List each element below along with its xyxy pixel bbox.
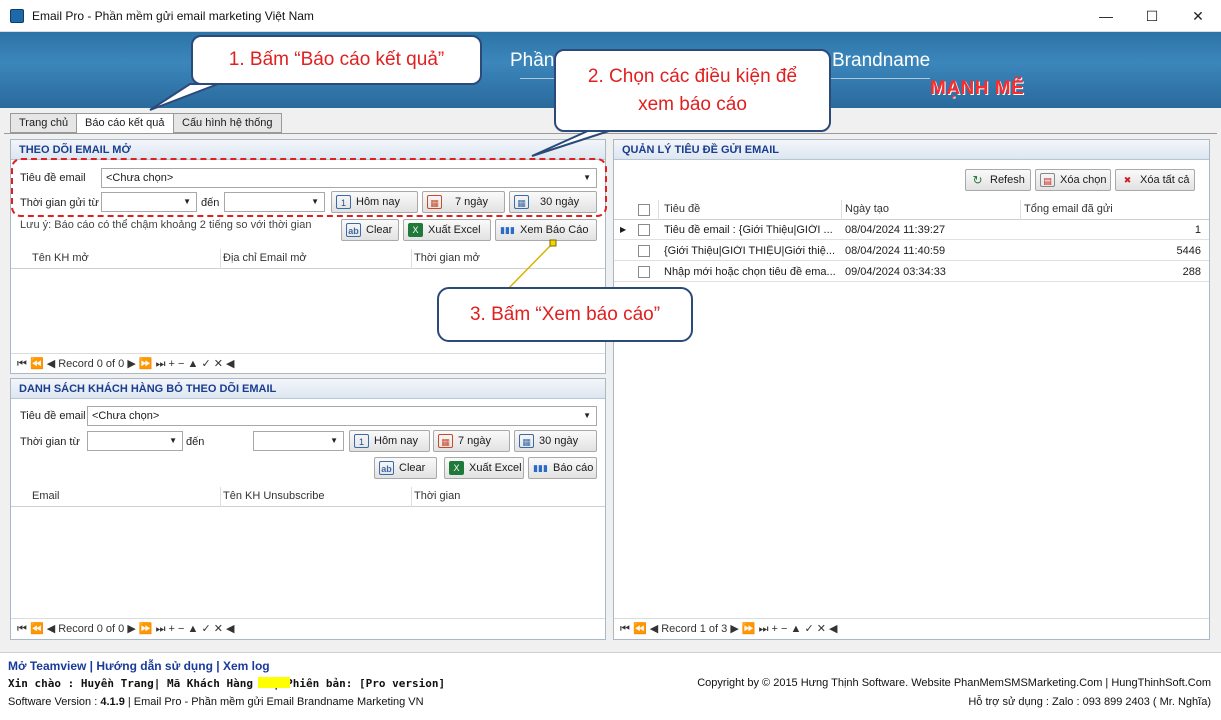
callout-step-2: 2. Chọn các điều kiện để xem báo cáo [554,49,831,132]
customer-id-highlight [258,677,290,688]
footer-version: Software Version : 4.1.9 | Email Pro - P… [8,696,424,708]
callout-step-1: 1. Bấm “Báo cáo kết quả” [191,35,482,85]
footer-copyright: Copyright by © 2015 Hưng Thịnh Software.… [697,677,1211,689]
footer-greeting: Xin chào : Huyền Trang| Mã Khách Hàng : … [8,677,446,690]
footer-links[interactable]: Mở Teamview | Hướng dẫn sử dụng | Xem lo… [8,659,270,673]
handle-icon [549,239,557,247]
callout-2-pointer [531,129,613,157]
status-footer: Mở Teamview | Hướng dẫn sử dụng | Xem lo… [0,652,1221,720]
callout-step-3: 3. Bấm “Xem báo cáo” [437,287,693,342]
callout-1-pointer [149,83,219,111]
callout-3-pointer [504,242,554,293]
footer-support: Hỗ trợ sử dụng : Zalo : 093 899 2403 ( M… [968,696,1211,708]
